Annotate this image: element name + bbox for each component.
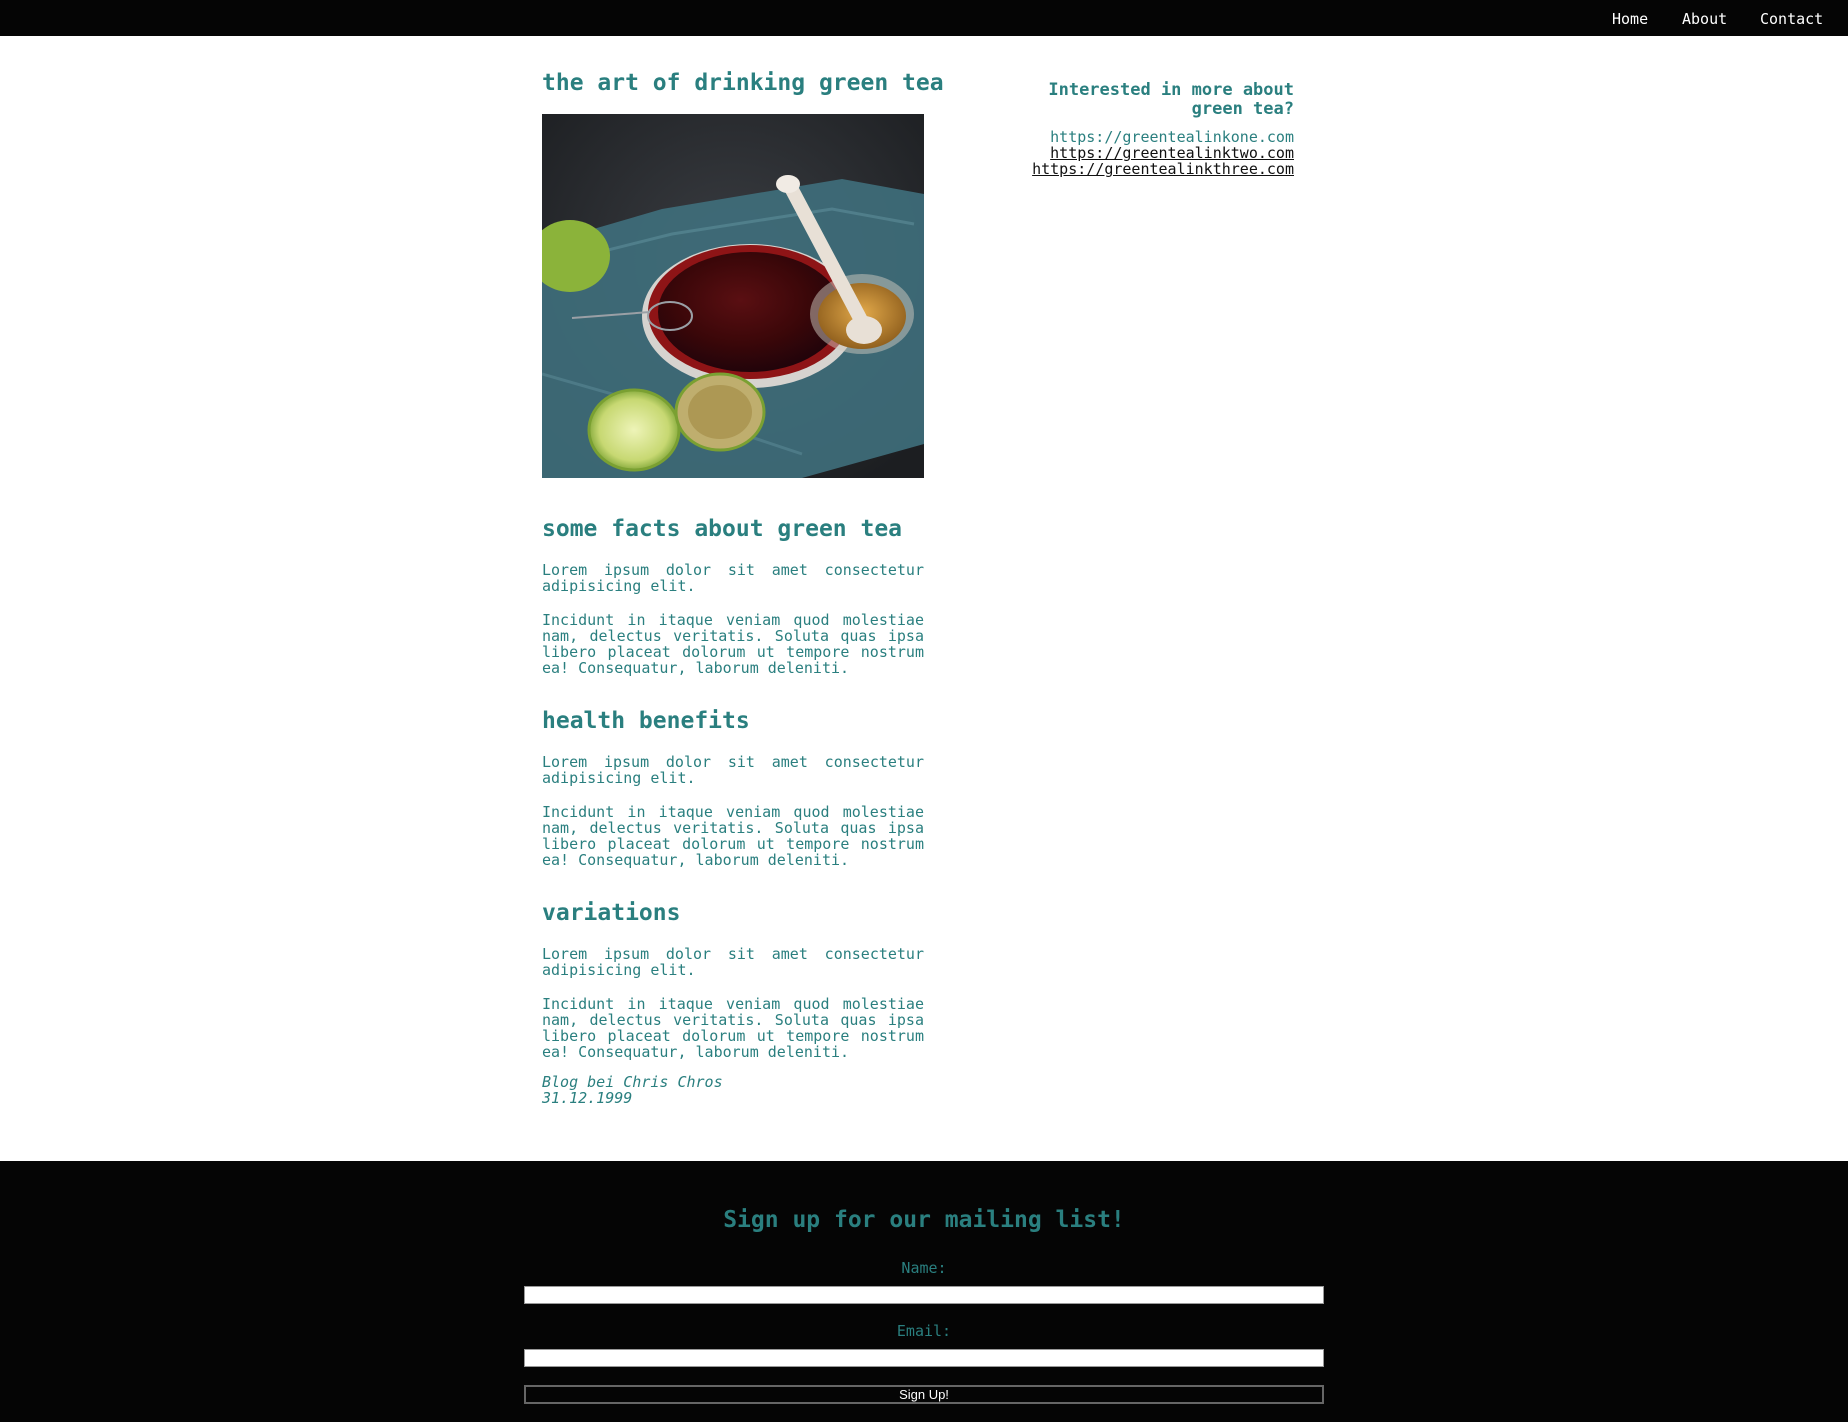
related-links-panel: Interested in more about green tea? http… xyxy=(990,80,1294,178)
section-heading: variations xyxy=(542,900,681,926)
name-field[interactable] xyxy=(524,1286,1324,1304)
external-link[interactable]: https://greentealinkone.com xyxy=(990,129,1294,145)
main-article: the art of drinking green tea some facts… xyxy=(542,68,944,1106)
section-paragraph: Lorem ipsum dolor sit amet consectetur a… xyxy=(542,561,924,595)
nav-link-about[interactable]: About xyxy=(1682,10,1727,28)
section-heading: health benefits xyxy=(542,708,750,734)
email-label: Email: xyxy=(896,1322,952,1340)
tea-photo xyxy=(542,114,924,478)
section-paragraph: Incidunt in itaque veniam quod molestiae… xyxy=(542,995,924,1061)
mailing-list-footer: Sign up for our mailing list! Name: Emai… xyxy=(0,1161,1848,1422)
section-facts: some facts about green tea Lorem ipsum d… xyxy=(542,514,924,676)
link-list: https://greentealinkone.com https://gree… xyxy=(990,129,1294,177)
top-nav: Home About Contact xyxy=(0,0,1848,36)
page-title: the art of drinking green tea xyxy=(542,70,944,96)
footer-heading: Sign up for our mailing list! xyxy=(723,1207,1125,1233)
aside-heading: Interested in more about green tea? xyxy=(1048,80,1294,119)
external-link[interactable]: https://greentealinktwo.com xyxy=(990,145,1294,161)
section-paragraph: Incidunt in itaque veniam quod molestiae… xyxy=(542,803,924,869)
email-field[interactable] xyxy=(524,1349,1324,1367)
section-heading: some facts about green tea xyxy=(542,516,903,542)
byline: Blog bei Chris Chros 31.12.1999 xyxy=(542,1074,924,1106)
section-paragraph: Lorem ipsum dolor sit amet consectetur a… xyxy=(542,945,924,979)
nav-link-contact[interactable]: Contact xyxy=(1760,10,1823,28)
nav-link-home[interactable]: Home xyxy=(1612,10,1648,28)
section-health-benefits: health benefits Lorem ipsum dolor sit am… xyxy=(542,706,924,868)
external-link[interactable]: https://greentealinkthree.com xyxy=(990,161,1294,177)
byline-author: Blog bei Chris Chros xyxy=(542,1073,723,1091)
sign-up-button[interactable]: Sign Up! xyxy=(524,1385,1324,1404)
name-label: Name: xyxy=(901,1259,947,1277)
section-variations: variations Lorem ipsum dolor sit amet co… xyxy=(542,898,924,1060)
byline-date: 31.12.1999 xyxy=(542,1089,633,1107)
section-paragraph: Lorem ipsum dolor sit amet consectetur a… xyxy=(542,753,924,787)
section-paragraph: Incidunt in itaque veniam quod molestiae… xyxy=(542,611,924,677)
